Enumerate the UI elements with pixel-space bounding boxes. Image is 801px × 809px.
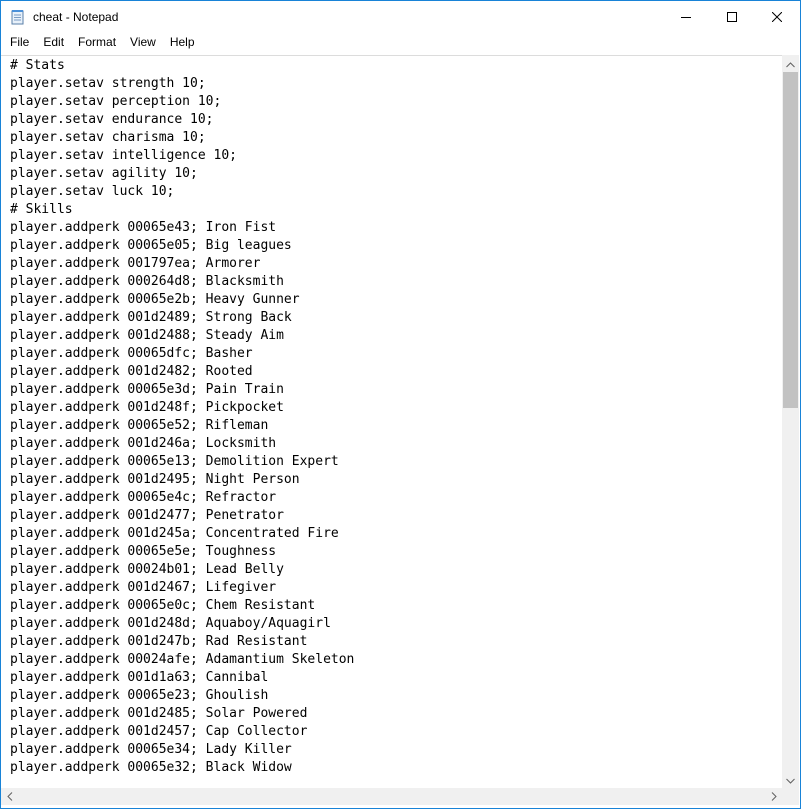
scroll-down-button[interactable] [782,771,799,788]
text-line: player.addperk 00065e3d; Pain Train [10,382,284,397]
minimize-icon [681,12,691,22]
text-line: player.addperk 001d2467; Lifegiver [10,580,277,595]
text-line: player.addperk 001d2457; Cap Collector [10,724,308,739]
close-icon [772,11,782,22]
text-line: player.addperk 00065e52; Rifleman [10,418,269,433]
text-line: player.addperk 001d247b; Rad Resistant [10,634,308,649]
text-line: player.addperk 001d2482; Rooted [10,364,253,379]
text-line: player.addperk 001d248d; Aquaboy/Aquagir… [10,616,331,631]
menu-format[interactable]: Format [71,32,123,52]
text-line: # Skills [10,202,73,217]
horizontal-scrollbar[interactable] [1,788,782,805]
text-line: player.addperk 00065e34; Lady Killer [10,742,292,757]
text-line: player.addperk 001797ea; Armorer [10,256,261,271]
scroll-right-button[interactable] [765,788,782,805]
text-line: player.addperk 001d1a63; Cannibal [10,670,269,685]
text-line: player.addperk 00065e5e; Toughness [10,544,277,559]
text-line: player.addperk 001d2488; Steady Aim [10,328,284,343]
close-button[interactable] [754,1,800,32]
text-line: player.addperk 00024b01; Lead Belly [10,562,284,577]
text-editor[interactable]: # Stats player.setav strength 10; player.s… [1,55,782,789]
maximize-button[interactable] [709,1,755,32]
text-line: player.addperk 00065e43; Iron Fist [10,220,277,235]
vertical-scrollbar[interactable] [782,55,799,788]
chevron-up-icon [786,55,795,73]
notepad-window: cheat - Notepad File Edit Format View He… [0,0,801,809]
text-line: player.setav agility 10; [10,166,198,181]
editor-content: # Stats player.setav strength 10; player.s… [10,57,354,777]
chevron-left-icon [6,788,13,806]
text-line: player.addperk 00024afe; Adamantium Skel… [10,652,355,667]
text-line: player.setav charisma 10; [10,130,206,145]
text-line: player.addperk 001d2485; Solar Powered [10,706,308,721]
text-line: player.addperk 00065e05; Big leagues [10,238,292,253]
chevron-down-icon [786,771,795,789]
menu-help[interactable]: Help [163,32,202,52]
menu-file[interactable]: File [1,32,36,52]
text-line: player.setav endurance 10; [10,112,214,127]
text-line: # Stats [10,58,65,73]
text-line: player.addperk 00065e13; Demolition Expe… [10,454,339,469]
text-line: player.setav perception 10; [10,94,222,109]
maximize-icon [727,11,737,22]
menu-bar: File Edit Format View Help [1,32,800,52]
text-line: player.addperk 00065dfc; Basher [10,346,253,361]
scrollbar-corner [782,788,799,805]
vertical-scroll-thumb[interactable] [783,72,798,408]
text-line: player.addperk 001d2489; Strong Back [10,310,292,325]
minimize-button[interactable] [663,1,709,32]
menu-edit[interactable]: Edit [36,32,71,52]
text-line: player.setav luck 10; [10,184,175,199]
text-line: player.addperk 001d2495; Night Person [10,472,300,487]
text-line: player.addperk 001d2477; Penetrator [10,508,284,523]
notepad-icon [11,9,25,25]
text-line: player.setav strength 10; [10,76,206,91]
menu-view[interactable]: View [123,32,163,52]
text-line: player.setav intelligence 10; [10,148,237,163]
text-line: player.addperk 00065e2b; Heavy Gunner [10,292,300,307]
window-title: cheat - Notepad [33,10,119,24]
text-line: player.addperk 000264d8; Blacksmith [10,274,284,289]
text-line: player.addperk 001d245a; Concentrated Fi… [10,526,339,541]
text-line: player.addperk 00065e4c; Refractor [10,490,277,505]
title-bar[interactable]: cheat - Notepad [1,1,800,32]
text-line: player.addperk 00065e32; Black Widow [10,760,292,775]
text-line: player.addperk 00065e0c; Chem Resistant [10,598,316,613]
text-line: player.addperk 001d248f; Pickpocket [10,400,284,415]
chevron-right-icon [771,788,777,806]
text-line: player.addperk 00065e23; Ghoulish [10,688,269,703]
scroll-left-button[interactable] [1,788,18,805]
text-line: player.addperk 001d246a; Locksmith [10,436,277,451]
scroll-up-button[interactable] [782,55,799,72]
